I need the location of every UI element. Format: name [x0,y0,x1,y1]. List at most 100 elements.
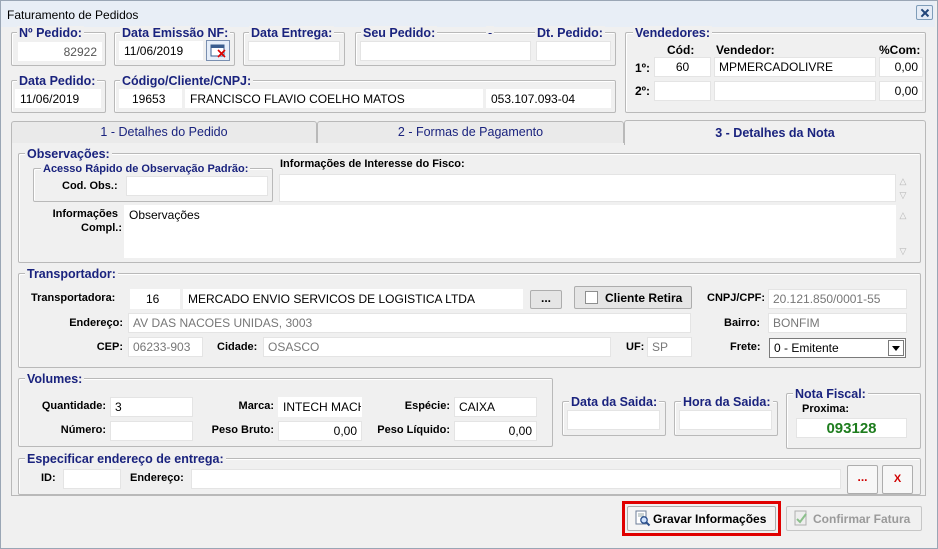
cod-obs-label: Cod. Obs.: [62,180,118,192]
entrega-browse-button[interactable]: ... [847,465,878,494]
search-doc-icon [634,510,651,530]
vendedores-col-cod: Cód: [667,43,695,57]
entrega-id-field[interactable] [63,469,121,489]
compl-scroll-up-icon[interactable]: △ [897,209,909,221]
dt-pedido-field[interactable] [536,41,611,61]
data-pedido-field[interactable]: 11/06/2019 [15,89,101,108]
seu-pedido-field[interactable] [360,41,531,61]
title-bar [1,1,935,27]
cidade-field[interactable]: OSASCO [263,337,611,357]
quantidade-field[interactable]: 3 [110,397,193,417]
vendedores-col-com: %Com: [879,43,921,57]
dt-pedido-label: Dt. Pedido: [535,26,605,40]
peso-liquido-field[interactable]: 0,00 [454,421,537,441]
cnpj-field[interactable]: 20.121.850/0001-55 [768,289,907,309]
compl-label-2: Compl.: [81,222,122,234]
gravar-informacoes-label: Gravar Informações [653,512,767,526]
proxima-label: Proxima: [802,403,850,415]
data-entrega-label: Data Entrega: [249,26,335,40]
window-title: Faturamento de Pedidos [7,8,139,22]
fisco-scroll-up-icon[interactable]: △ [897,175,909,187]
vendedor-1-nome-field[interactable]: MPMERCADOLIVRE [714,57,876,77]
data-pedido-label: Data Pedido: [17,74,98,88]
data-emissao-field[interactable]: 11/06/2019 [119,41,203,60]
bairro-label: Bairro: [724,317,761,329]
numero-label: Número: [60,424,106,436]
vendedor-row-1-label: 1º: [635,61,651,75]
frete-select[interactable]: 0 - Emitente [769,338,906,358]
seu-pedido-label: Seu Pedido: [361,26,438,40]
vendedores-label: Vendedores: [633,26,713,40]
confirm-doc-icon [793,510,810,530]
especie-label: Espécie: [404,400,450,412]
peso-bruto-label: Peso Bruto: [211,424,274,436]
entrega-label: Especificar endereço de entrega: [25,452,226,466]
cliente-retira-toggle[interactable]: Cliente Retira [574,286,692,309]
cep-label: CEP: [96,341,123,353]
vendedor-2-nome-field[interactable] [714,81,876,101]
cliente-code-field[interactable]: 19653 [119,89,182,108]
proxima-nf-field: 093128 [796,418,907,438]
confirmar-fatura-button[interactable]: Confirmar Fatura [786,506,922,531]
observacoes-label: Observações: [25,147,112,161]
hora-saida-label: Hora da Saida: [681,395,773,409]
especie-field[interactable]: CAIXA [454,397,537,417]
tab-detalhes-pedido[interactable]: 1 - Detalhes do Pedido [11,121,317,143]
transportadora-label: Transportadora: [31,292,116,304]
endereco-field[interactable]: AV DAS NACOES UNIDAS, 3003 [128,313,691,333]
fisco-scroll-down-icon[interactable]: ▽ [897,189,909,201]
num-pedido-field[interactable]: 82922 [18,42,102,61]
vendedores-col-vendedor: Vendedor: [716,43,775,57]
confirmar-fatura-label: Confirmar Fatura [813,512,911,526]
seu-pedido-dash: - [486,26,495,40]
vendedor-1-com-field[interactable]: 0,00 [879,57,923,77]
marca-label: Marca: [238,400,274,412]
transportadora-code-field[interactable]: 16 [130,289,180,309]
compl-scroll-down-icon[interactable]: ▽ [897,245,909,257]
vendedor-1-cod-field[interactable]: 60 [654,57,711,77]
peso-liquido-label: Peso Líquido: [377,424,450,436]
tab-detalhes-nota[interactable]: 3 - Detalhes da Nota [624,120,926,145]
cliente-retira-checkbox[interactable] [585,291,598,304]
entrega-endereco-field[interactable] [191,469,841,489]
data-entrega-field[interactable] [248,41,340,61]
transportadora-name-field[interactable]: MERCADO ENVIO SERVICOS DE LOGISTICA LTDA [183,289,523,309]
fisco-label: Informações de Interesse do Fisco: [280,158,465,170]
uf-label: UF: [626,341,645,353]
cliente-retira-label: Cliente Retira [605,291,683,305]
calendar-clear-icon[interactable] [206,40,230,61]
data-saida-field[interactable] [567,410,660,430]
cliente-label: Código/Cliente/CNPJ: [120,74,254,88]
marca-field[interactable]: INTECH MACH [278,397,362,417]
frete-label: Frete: [730,341,761,353]
numero-field[interactable] [110,421,193,441]
entrega-clear-button[interactable]: X [882,465,913,494]
close-icon[interactable] [916,5,933,20]
gravar-informacoes-button[interactable]: Gravar Informações [627,506,776,531]
hora-saida-field[interactable] [679,410,772,430]
bairro-field[interactable]: BONFIM [768,313,907,333]
transportador-label: Transportador: [25,267,118,281]
entrega-endereco-label: Endereço: [130,472,184,484]
fisco-field[interactable] [279,174,896,202]
tab-formas-pagamento[interactable]: 2 - Formas de Pagamento [317,121,624,143]
cod-obs-field[interactable] [126,176,268,196]
uf-field[interactable]: SP [647,337,692,357]
transportadora-browse-button[interactable]: ... [530,290,562,309]
compl-field[interactable]: Observações [124,205,896,258]
cliente-name-field[interactable]: FRANCISCO FLAVIO COELHO MATOS [185,89,483,108]
cnpj-label: CNPJ/CPF: [707,292,766,304]
compl-label-1: Informações [52,208,118,220]
vendedor-row-2-label: 2º: [635,84,651,98]
data-emissao-label: Data Emissão NF: [120,26,231,40]
nota-fiscal-label: Nota Fiscal: [793,387,868,401]
chevron-down-icon[interactable] [888,340,904,356]
vendedor-2-cod-field[interactable] [654,81,711,101]
peso-bruto-field[interactable]: 0,00 [278,421,362,441]
num-pedido-label: Nº Pedido: [17,26,84,40]
data-saida-label: Data da Saida: [569,395,660,409]
cep-field[interactable]: 06233-903 [128,337,203,357]
endereco-label: Endereço: [69,317,123,329]
cliente-cnpj-field[interactable]: 053.107.093-04 [486,89,611,108]
vendedor-2-com-field[interactable]: 0,00 [879,81,923,101]
